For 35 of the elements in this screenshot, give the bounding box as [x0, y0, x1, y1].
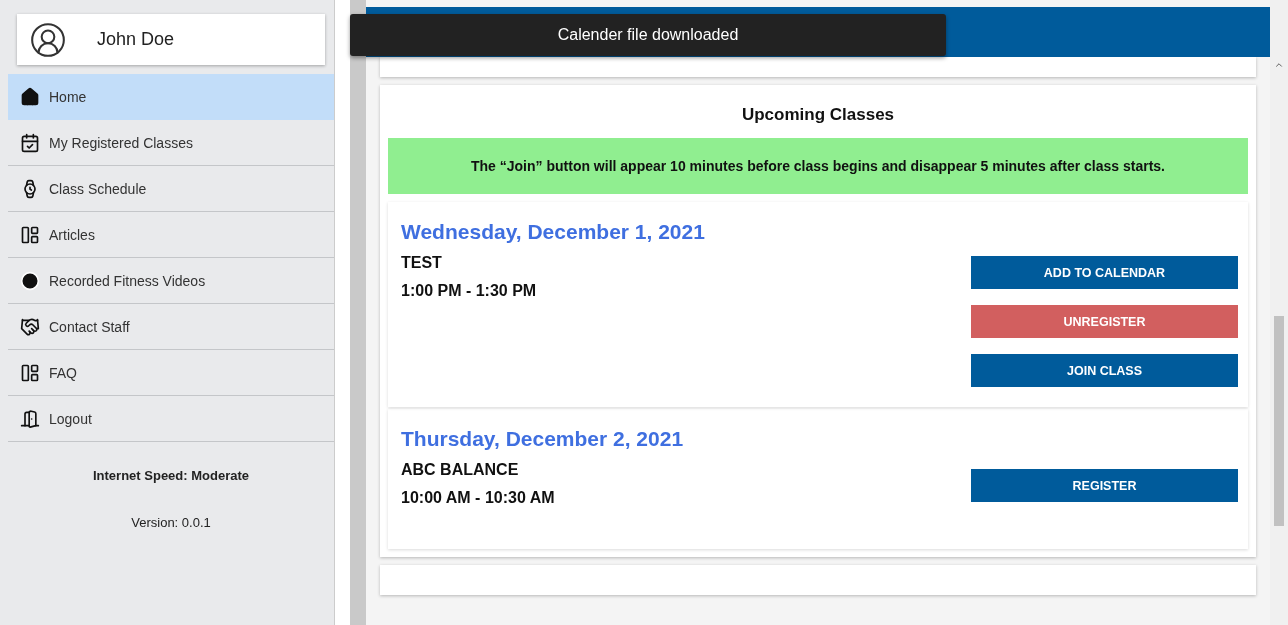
snackbar: Calender file downloaded: [350, 14, 946, 56]
panel-icon: [20, 362, 40, 383]
internet-speed: Internet Speed: Moderate: [92, 468, 250, 483]
nav-item[interactable]: Articles: [8, 212, 334, 258]
class-time: 1:00 PM - 1:30 PM: [401, 282, 538, 300]
action-button[interactable]: REGISTER: [971, 469, 1238, 502]
nav-item[interactable]: Recorded Fitness Videos: [8, 258, 334, 304]
nav-item[interactable]: Home: [8, 74, 334, 120]
class-date: Thursday, December 2, 2021: [401, 427, 684, 451]
version-text: Version: 0.0.1: [130, 515, 212, 530]
class-name: ABC BALANCE: [401, 461, 520, 479]
profile-card[interactable]: John Doe: [17, 14, 325, 65]
nav-item[interactable]: Logout: [8, 396, 334, 442]
class-time: 10:00 AM - 10:30 AM: [401, 489, 556, 507]
nav-item[interactable]: Contact Staff: [8, 304, 334, 350]
scroll-up-icon[interactable]: [1274, 60, 1284, 70]
action-button[interactable]: JOIN CLASS: [971, 354, 1238, 387]
action-button[interactable]: ADD TO CALENDAR: [971, 256, 1238, 289]
nav-item[interactable]: My Registered Classes: [8, 120, 334, 166]
user-avatar-icon: [29, 20, 67, 59]
nav-item[interactable]: Class Schedule: [8, 166, 334, 212]
door-icon: [20, 408, 40, 429]
notice-banner: The “Join” button will appear 10 minutes before class begins and disappear 5 minutes after class starts.: [388, 138, 1248, 194]
scrollbar[interactable]: [1270, 0, 1288, 625]
nav-item[interactable]: FAQ: [8, 350, 334, 396]
user-name: John Doe: [97, 29, 175, 50]
action-button[interactable]: UNREGISTER: [971, 305, 1238, 338]
class-name: TEST: [401, 254, 443, 272]
panel-icon: [20, 224, 40, 245]
handshake-icon: [20, 316, 40, 337]
section-title: Upcoming Classes: [740, 105, 896, 125]
class-date: Wednesday, December 1, 2021: [401, 220, 705, 244]
home-icon: [20, 86, 40, 107]
calendar-check-icon: [20, 132, 40, 153]
scrollbar-thumb[interactable]: [1274, 316, 1284, 526]
